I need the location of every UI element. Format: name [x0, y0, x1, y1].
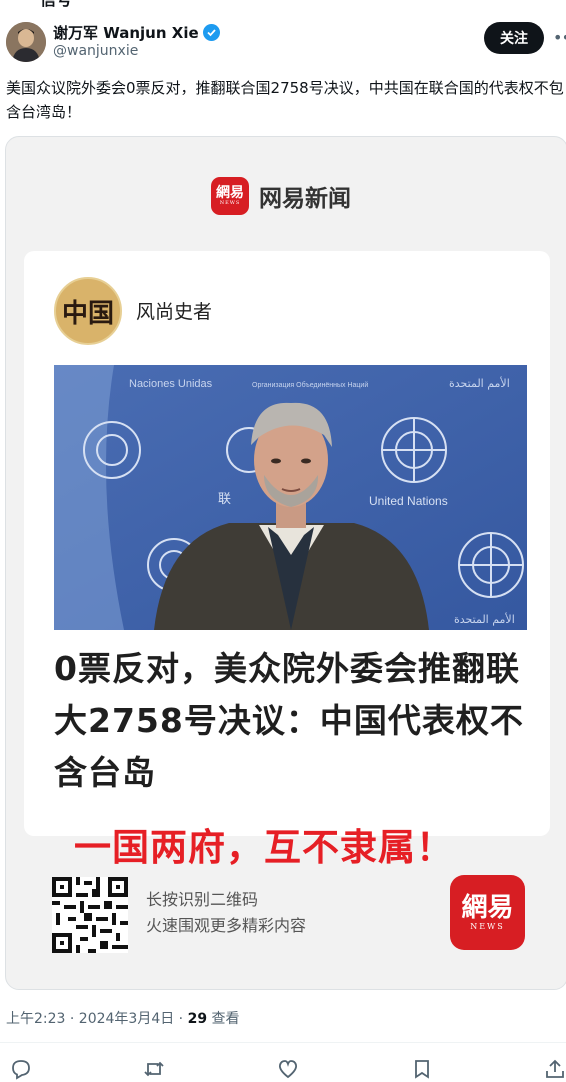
- photo-text-arabic-bottom: الأمم المتحدة: [454, 612, 515, 626]
- netease-app-icon: 網易 NEWS: [450, 875, 525, 950]
- logo-text: 網易: [216, 184, 244, 201]
- photo-text-english: United Nations: [369, 494, 448, 508]
- news-headline: 0票反对，美众院外委会推翻联大2758号决议：中国代表权不含台岛: [54, 649, 524, 792]
- tweet-metadata: 上午2:23 · 2024年3月4日 · 29 查看: [6, 1008, 240, 1028]
- app-icon-text: 網易: [461, 893, 514, 923]
- brand-name: 网易新闻: [259, 186, 351, 212]
- netease-logo-icon: 網易 NEWS: [211, 177, 249, 215]
- qr-code: [52, 877, 128, 953]
- slogan-text: 一国两府，互不隶属！: [74, 826, 454, 869]
- view-count: 29: [187, 1011, 208, 1027]
- author-avatar[interactable]: [6, 22, 46, 62]
- author-display-name[interactable]: 谢万军 Wanjun Xie: [53, 22, 199, 43]
- photo-text-chinese: 联: [218, 492, 231, 507]
- qr-caption-line-1: 长按识别二维码: [146, 890, 259, 909]
- author-handle[interactable]: @wanjunxie: [53, 43, 138, 59]
- netease-news-header: 網易 NEWS 网易新闻: [211, 177, 351, 215]
- qr-caption: 长按识别二维码 火速围观更多精彩内容: [146, 887, 306, 939]
- follow-button[interactable]: 关注: [484, 22, 544, 54]
- news-card: 中国 风尚史者 Naciones Unidas Организация Объе…: [24, 251, 550, 836]
- verified-badge-icon: [202, 24, 220, 41]
- app-icon-subtext: NEWS: [470, 922, 505, 931]
- tweet-timestamp[interactable]: 上午2:23 · 2024年3月4日 ·: [6, 1011, 188, 1027]
- author-name[interactable]: 谢万军 Wanjun Xie: [53, 22, 220, 43]
- view-label: 查看: [207, 1011, 240, 1027]
- news-photo: Naciones Unidas Организация Объединённых…: [54, 365, 527, 630]
- tweet-image[interactable]: 網易 NEWS 网易新闻 中国 风尚史者 Naciones Unidas Орг…: [5, 136, 566, 990]
- divider: [0, 1042, 566, 1043]
- share-icon[interactable]: [542, 1056, 566, 1082]
- source-avatar: 中国: [54, 277, 122, 345]
- like-icon[interactable]: [275, 1056, 301, 1082]
- reply-icon[interactable]: [8, 1056, 34, 1082]
- photo-text-russian: Организация Объединённых Наций: [252, 381, 368, 389]
- source-name: 风尚史者: [136, 301, 213, 323]
- photo-text-spanish: Naciones Unidas: [129, 378, 213, 390]
- logo-subtext: NEWS: [219, 199, 241, 206]
- clipped-header-text: 信号: [40, 0, 72, 10]
- tweet-text: 美国众议院外委会0票反对，推翻联合国2758号决议，中共国在联合国的代表权不包含…: [6, 79, 564, 121]
- photo-text-arabic-top: الأمم المتحدة: [449, 376, 510, 390]
- bookmark-icon[interactable]: [409, 1056, 435, 1082]
- qr-caption-line-2: 火速围观更多精彩内容: [146, 916, 307, 935]
- more-options-icon[interactable]: •••: [553, 28, 566, 47]
- retweet-icon[interactable]: [141, 1056, 167, 1082]
